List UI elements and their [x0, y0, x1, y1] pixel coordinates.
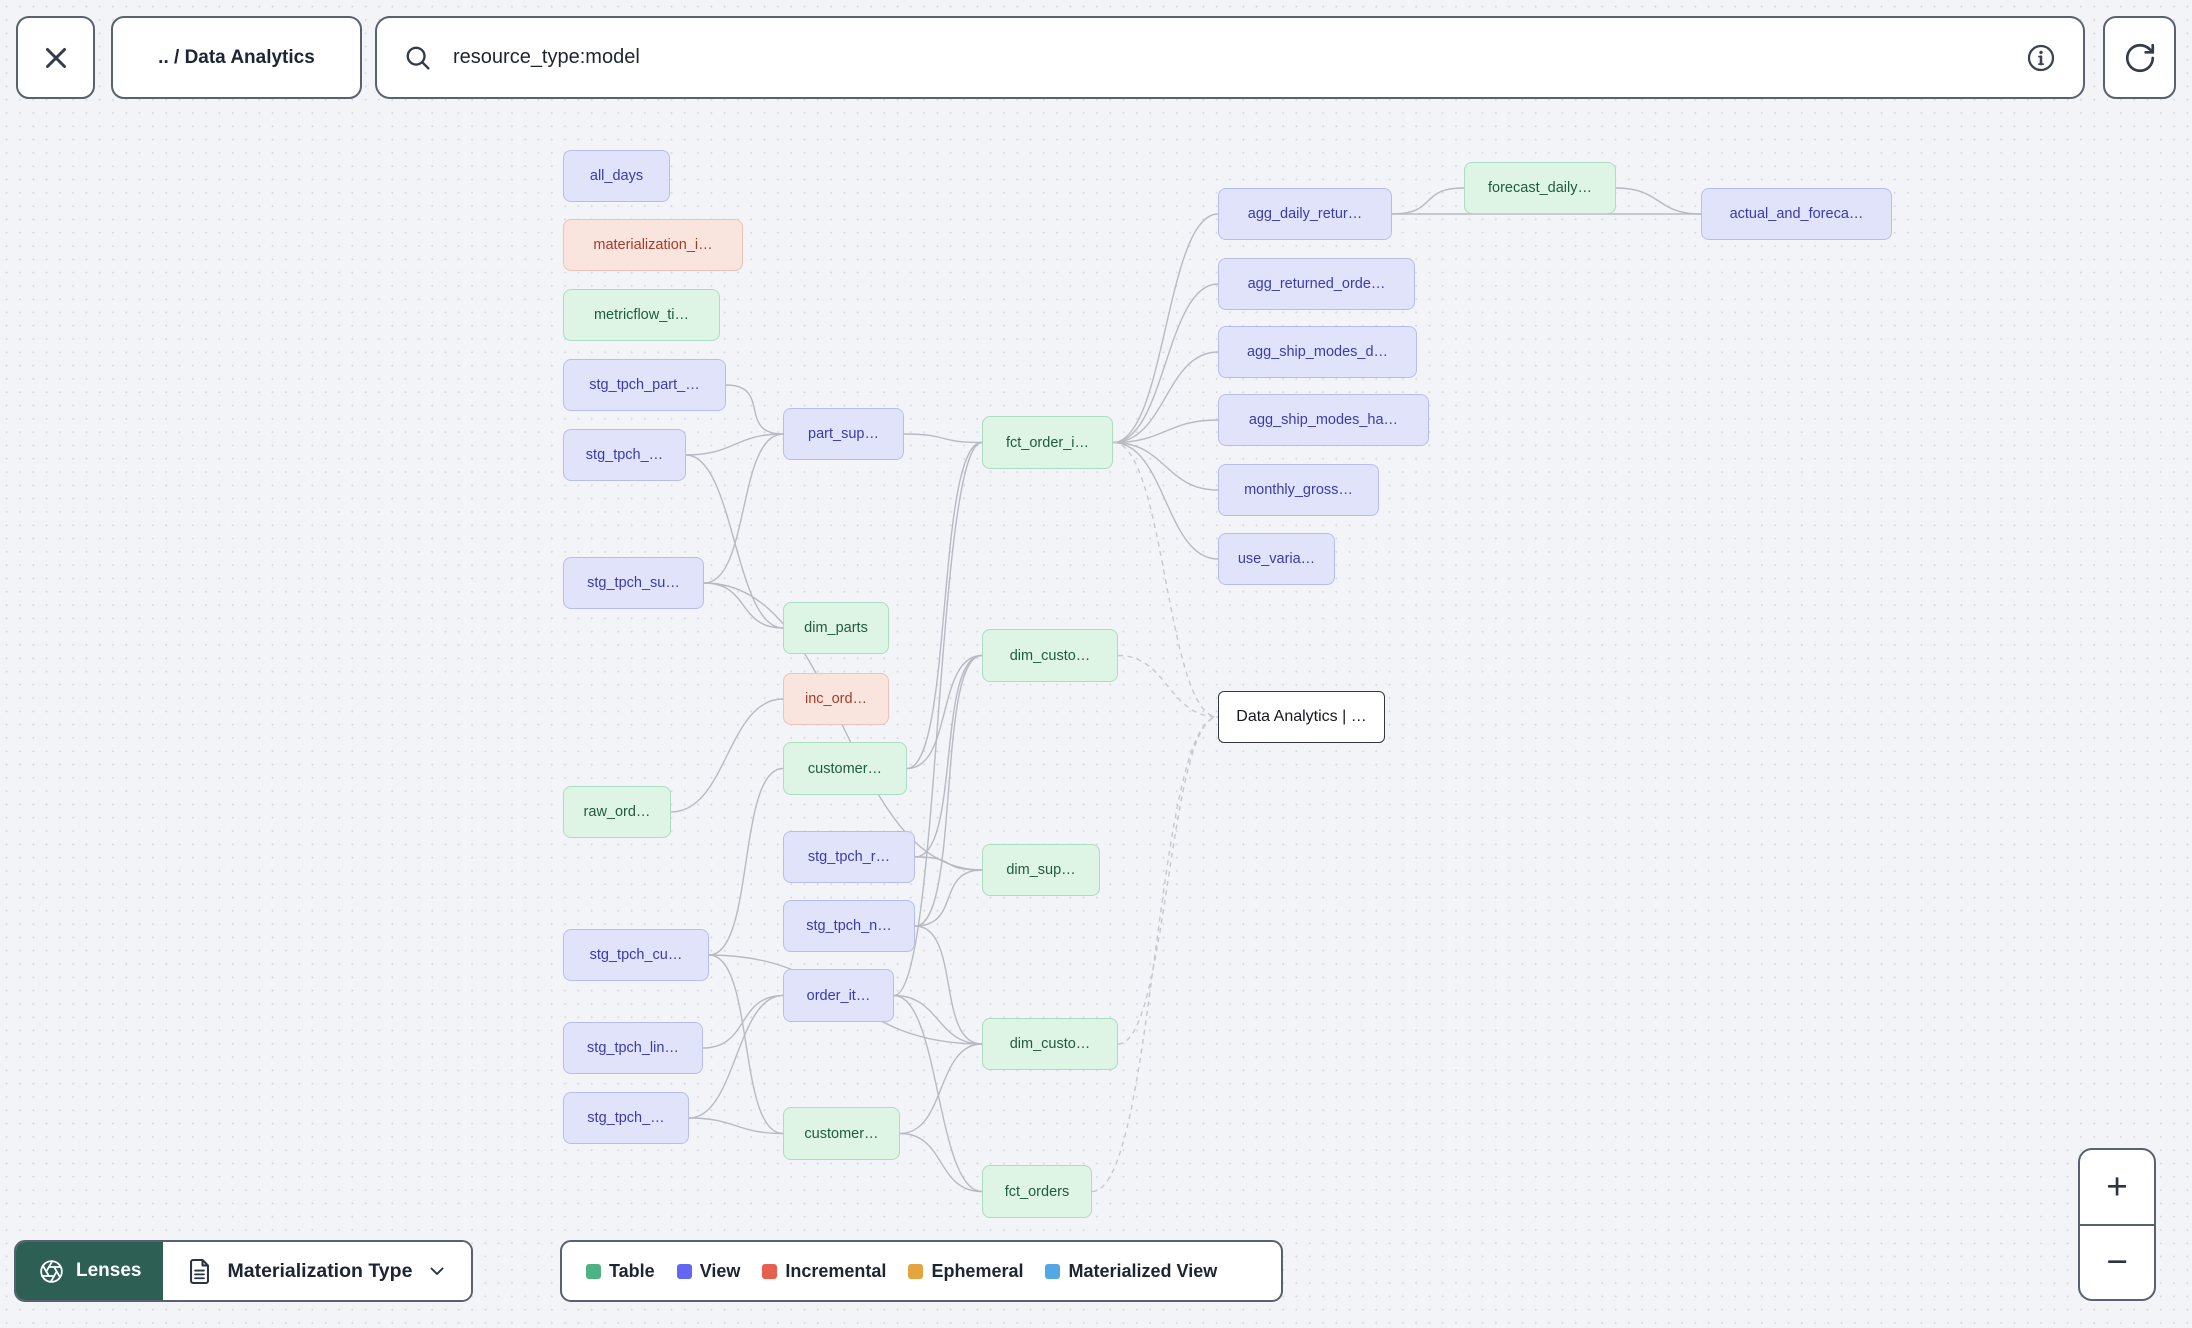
legend-swatch	[762, 1263, 778, 1279]
graph-node-dim_sup[interactable]: dim_sup…	[982, 844, 1100, 896]
edge-customer_1-dim_cu_u	[906, 654, 983, 770]
legend-item: View	[676, 1260, 741, 1282]
graph-node-monthly[interactable]: monthly_gross…	[1218, 464, 1379, 516]
graph-node-part_sup[interactable]: part_sup…	[783, 408, 904, 460]
legend-label: View	[699, 1260, 741, 1281]
legend-swatch	[908, 1263, 924, 1279]
edge-dim_cu_l-dae	[1117, 716, 1219, 1045]
refresh-icon	[2125, 43, 2154, 72]
breadcrumb[interactable]: .. / Data Analytics	[111, 16, 362, 99]
graph-node-actual[interactable]: actual_and_foreca…	[1701, 188, 1892, 240]
edge-stg_n-dim_sup	[914, 869, 983, 927]
search-bar[interactable]	[375, 16, 2085, 99]
edge-fct_orders-dae	[1091, 716, 1219, 1193]
lenses-button[interactable]: Lenses	[16, 1242, 164, 1300]
edge-order_it-fct_orders	[893, 994, 983, 1193]
graph-node-fct_oi[interactable]: fct_order_i…	[982, 416, 1113, 469]
edge-stg_part-part_sup	[725, 384, 784, 435]
chevron-down-icon	[430, 1267, 444, 1275]
graph-node-agg_smh[interactable]: agg_ship_modes_ha…	[1218, 394, 1429, 446]
refresh-button[interactable]	[2103, 16, 2176, 99]
close-button[interactable]	[16, 16, 95, 99]
legend-swatch	[586, 1263, 601, 1279]
edge-raw_ord-inc_ord	[670, 698, 784, 813]
edge-fct_oi-agg_ret	[1112, 283, 1219, 444]
graph-node-metricflow[interactable]: metricflow_ti…	[563, 289, 720, 341]
edge-customer_1-fct_oi	[906, 441, 983, 770]
aperture-icon	[40, 1259, 63, 1283]
graph-node-mat_i[interactable]: materialization_i…	[563, 219, 743, 271]
zoom-in-button[interactable]: +	[2080, 1150, 2154, 1224]
legend-swatch	[676, 1263, 692, 1279]
graph-node-inc_ord[interactable]: inc_ord…	[783, 673, 889, 725]
graph-node-forecast[interactable]: forecast_daily…	[1464, 162, 1616, 214]
materialization-legend: Table View Incremental Ephemeral Materia…	[560, 1240, 1283, 1302]
edge-customer_2-fct_orders	[899, 1132, 983, 1193]
lineage-graph-screen: all_days materialization_i… metricflow_ti……	[0, 0, 2192, 1328]
zoom-out-button[interactable]: −	[2080, 1223, 2154, 1300]
legend-label: Incremental	[785, 1260, 887, 1281]
lens-selector[interactable]: Materialization Type	[163, 1242, 472, 1300]
legend-item: Materialized View	[1045, 1261, 1217, 1282]
graph-node-stg_r[interactable]: stg_tpch_r…	[783, 831, 915, 883]
graph-node-stg_su[interactable]: stg_tpch_su…	[563, 557, 704, 609]
edge-customer_2-dim_cu_l	[899, 1043, 983, 1135]
lenses-label: Lenses	[76, 1260, 142, 1281]
zoom-controls: + −	[2078, 1148, 2156, 1301]
graph-node-stg_2[interactable]: stg_tpch_…	[563, 1092, 689, 1144]
graph-node-fct_orders[interactable]: fct_orders	[982, 1165, 1092, 1218]
edge-fct_oi-use_var	[1112, 441, 1219, 560]
edge-stg_n-dim_cu_l	[914, 925, 983, 1045]
edge-stg_1-part_sup	[685, 433, 784, 456]
edge-fct_oi-dae	[1112, 441, 1219, 718]
graph-node-stg_lin[interactable]: stg_tpch_lin…	[563, 1022, 703, 1074]
graph-node-stg_cu[interactable]: stg_tpch_cu…	[563, 929, 709, 981]
legend-label: Materialized View	[1068, 1260, 1218, 1281]
lenses-bar: Lenses Materialization Type	[14, 1240, 474, 1302]
edge-stg_su-dim_parts	[703, 582, 784, 629]
edge-part_sup-fct_oi	[903, 433, 983, 444]
edge-fct_oi-agg_daily	[1112, 213, 1219, 444]
breadcrumb-label: .. / Data Analytics	[158, 46, 315, 68]
graph-node-agg_smd[interactable]: agg_ship_modes_d…	[1218, 326, 1417, 378]
graph-node-dim_cu_u[interactable]: dim_custo…	[982, 629, 1118, 682]
edge-stg_cu-customer_1	[708, 767, 784, 956]
legend-label: Table	[609, 1260, 655, 1281]
legend-item: Incremental	[762, 1261, 886, 1282]
edge-agg_daily-forecast	[1391, 187, 1465, 215]
graph-node-agg_daily[interactable]: agg_daily_retur…	[1218, 188, 1392, 240]
edge-stg_su-part_sup	[703, 433, 784, 584]
legend-item: Table	[586, 1261, 655, 1282]
graph-node-raw_ord[interactable]: raw_ord…	[563, 786, 671, 838]
graph-node-agg_ret[interactable]: agg_returned_orde…	[1218, 258, 1415, 310]
edge-fct_oi-monthly	[1112, 441, 1219, 491]
edge-stg_r-dim_cu_u	[914, 654, 983, 858]
graph-node-stg_n[interactable]: stg_tpch_n…	[783, 900, 915, 952]
info-icon	[2027, 44, 2055, 71]
graph-node-stg_1[interactable]: stg_tpch_…	[563, 429, 686, 481]
legend-swatch	[1045, 1263, 1061, 1279]
legend-label: Ephemeral	[931, 1260, 1024, 1281]
document-icon	[190, 1258, 210, 1284]
graph-node-stg_part[interactable]: stg_tpch_part_…	[563, 359, 726, 411]
search-icon	[406, 46, 430, 70]
graph-node-dim_cu_l[interactable]: dim_custo…	[982, 1018, 1118, 1070]
search-info-button[interactable]	[2025, 42, 2057, 74]
graph-node-customer_2[interactable]: customer…	[783, 1107, 900, 1160]
graph-node-customer_1[interactable]: customer…	[783, 742, 907, 795]
edge-stg_2-order_it	[688, 994, 784, 1119]
lens-selector-label: Materialization Type	[227, 1259, 413, 1282]
search-input[interactable]	[451, 45, 2007, 70]
close-icon	[45, 47, 66, 68]
edge-fct_oi-agg_smd	[1112, 351, 1219, 444]
graph-node-order_it[interactable]: order_it…	[783, 969, 894, 1022]
graph-node-all_days[interactable]: all_days	[563, 150, 670, 202]
legend-item: Ephemeral	[908, 1261, 1023, 1282]
graph-node-dae[interactable]: Data Analytics | …	[1218, 691, 1385, 743]
graph-node-dim_parts[interactable]: dim_parts	[783, 602, 889, 654]
edge-forecast-actual	[1615, 187, 1702, 215]
graph-node-use_var[interactable]: use_varia…	[1218, 533, 1335, 585]
